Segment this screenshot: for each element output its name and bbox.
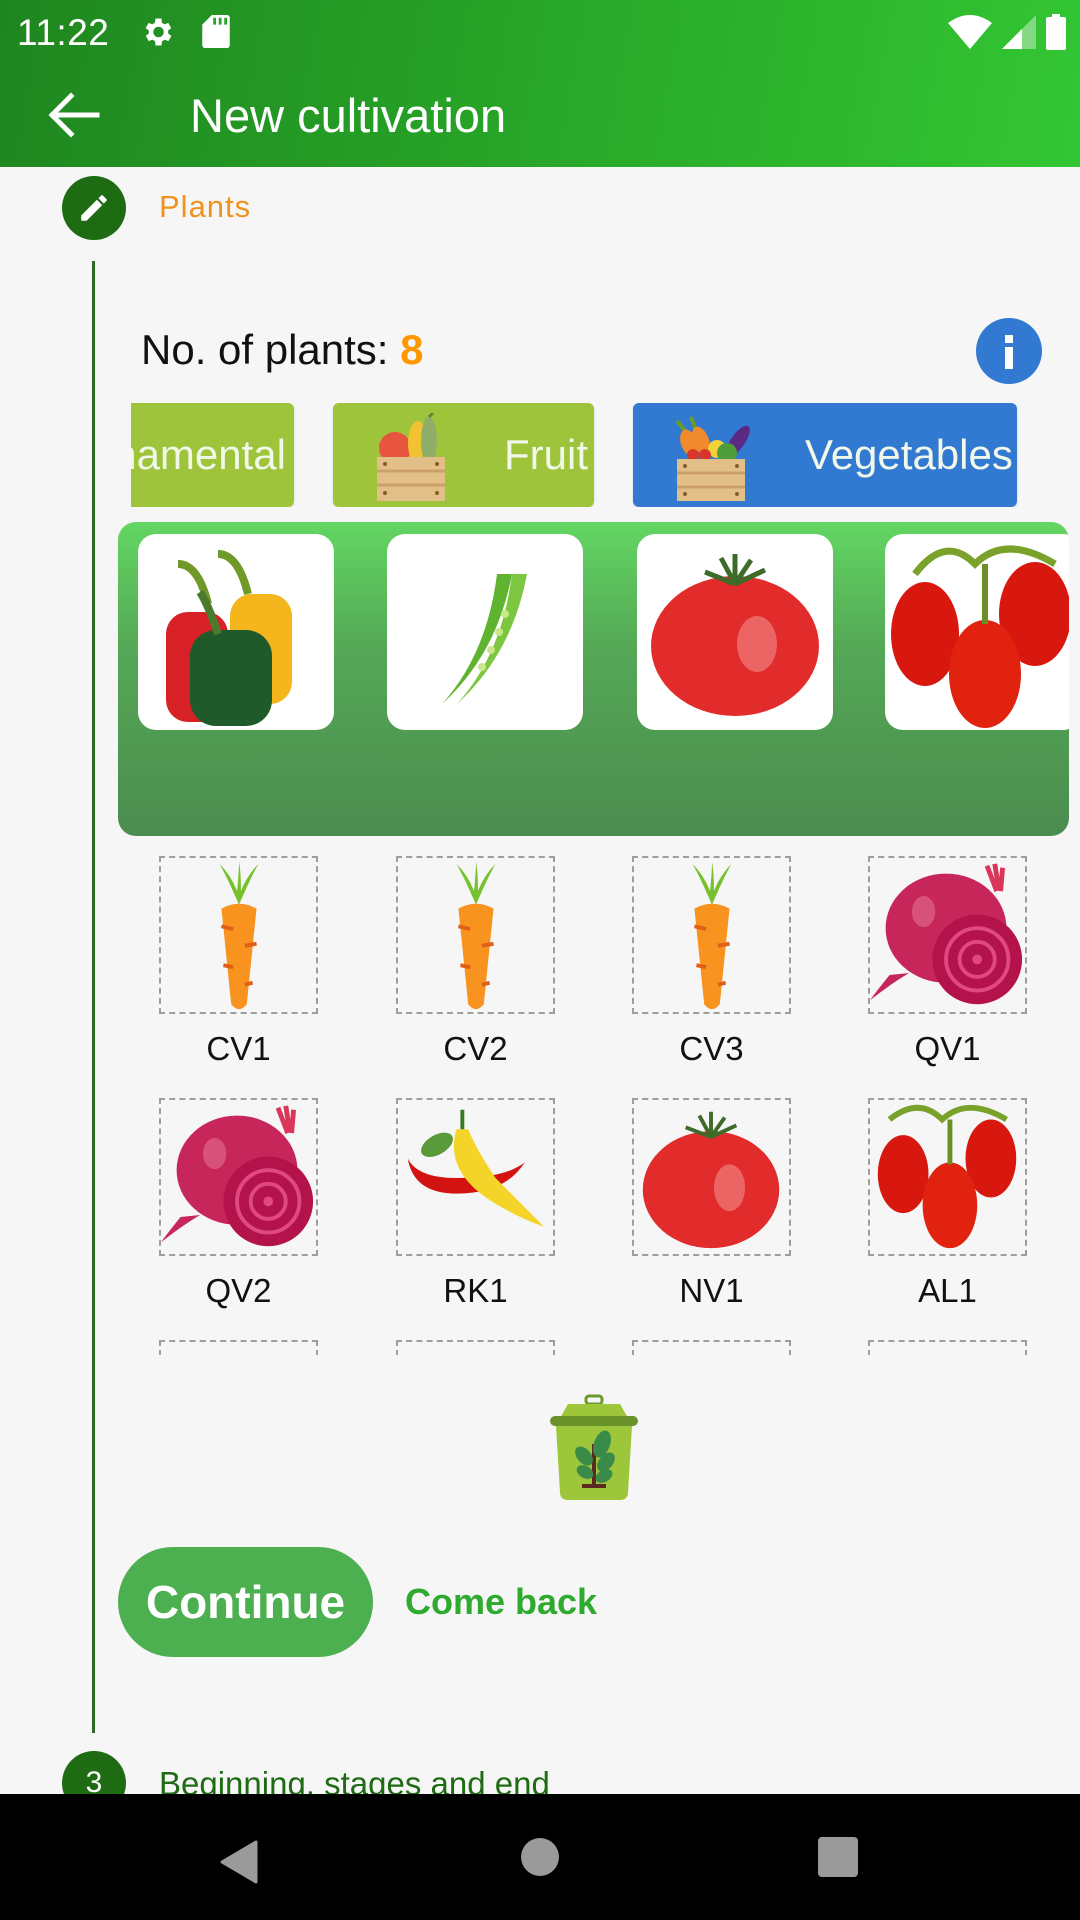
category-vegetables[interactable]: Vegetables bbox=[633, 403, 1017, 507]
plants-count-value: 8 bbox=[400, 326, 424, 373]
plant-bin-icon[interactable] bbox=[550, 1394, 638, 1502]
peas-image bbox=[442, 574, 527, 704]
beet-image bbox=[870, 863, 1023, 1005]
plants-count-label: No. of plants: bbox=[141, 326, 389, 373]
continue-button[interactable]: Continue bbox=[118, 1547, 373, 1657]
info-icon[interactable] bbox=[976, 318, 1042, 384]
carousel-item-tomato[interactable] bbox=[637, 534, 833, 730]
tomato-image bbox=[651, 554, 819, 716]
status-time: 11:22 bbox=[17, 12, 110, 53]
nav-back-icon[interactable] bbox=[218, 1840, 258, 1884]
category-label: Fruit bbox=[504, 431, 588, 478]
battery-icon bbox=[1046, 14, 1066, 50]
page-title: New cultivation bbox=[190, 89, 507, 142]
plant-tile-qv1[interactable] bbox=[868, 856, 1027, 1014]
app-bar: 11:22 New cultivation bbox=[0, 0, 1080, 167]
plant-code-label: QV1 bbox=[914, 1030, 981, 1067]
wifi-icon bbox=[948, 15, 992, 49]
back-arrow-icon[interactable] bbox=[45, 90, 100, 140]
cell-signal-icon bbox=[1002, 15, 1036, 49]
plant-code-label: CV2 bbox=[443, 1030, 508, 1067]
plant-code-label: CV1 bbox=[206, 1030, 271, 1067]
bell-pepper-image bbox=[166, 550, 292, 726]
plant-tile-empty[interactable] bbox=[159, 1340, 318, 1355]
stepper-line bbox=[92, 261, 95, 1733]
carousel-item-plum-tomatoes[interactable] bbox=[885, 534, 1069, 730]
category-label: namental bbox=[131, 431, 286, 478]
plant-tile-empty[interactable] bbox=[396, 1340, 555, 1355]
plant-tile-rk1[interactable] bbox=[396, 1098, 555, 1256]
plant-tile-empty[interactable] bbox=[868, 1340, 1027, 1355]
carousel-item-peas[interactable] bbox=[387, 534, 583, 730]
gear-icon bbox=[145, 18, 172, 46]
tomato-image bbox=[642, 1111, 780, 1249]
category-label: Vegetables bbox=[805, 431, 1013, 478]
plant-tile-al1[interactable] bbox=[868, 1098, 1027, 1256]
plant-code-label: NV1 bbox=[679, 1272, 744, 1309]
plant-code-label: CV3 bbox=[679, 1030, 744, 1067]
plant-tile-cv3[interactable] bbox=[632, 856, 791, 1014]
carrot-image bbox=[456, 861, 496, 1010]
plum-tomatoes-image bbox=[877, 1105, 1017, 1249]
carrot-image bbox=[692, 861, 732, 1010]
plant-tile-cv2[interactable] bbox=[396, 856, 555, 1014]
plant-tile-qv2[interactable] bbox=[159, 1098, 318, 1256]
step-plants-indicator[interactable] bbox=[62, 176, 126, 240]
sd-card-icon bbox=[202, 15, 230, 48]
step-plants-label[interactable]: Plants bbox=[159, 189, 251, 225]
plant-tile-nv1[interactable] bbox=[632, 1098, 791, 1256]
category-ornamental[interactable]: namental bbox=[131, 403, 294, 507]
pencil-icon bbox=[81, 195, 107, 221]
nav-home-icon[interactable] bbox=[521, 1838, 559, 1876]
plants-count: No. of plants: 8 bbox=[141, 326, 424, 374]
plant-code-label: QV2 bbox=[205, 1272, 272, 1309]
category-fruit[interactable]: Fruit bbox=[333, 403, 594, 507]
plant-code-label: AL1 bbox=[918, 1272, 977, 1309]
plant-tile-cv1[interactable] bbox=[159, 856, 318, 1014]
carousel-item-bell-peppers[interactable] bbox=[138, 534, 334, 730]
category-tabs: namental Fruit Vegetables bbox=[131, 403, 1080, 507]
nav-recents-icon[interactable] bbox=[818, 1837, 858, 1877]
selected-plants-row-partial bbox=[0, 1340, 1080, 1355]
status-icons bbox=[948, 14, 1066, 50]
beet-image bbox=[161, 1105, 314, 1247]
come-back-button[interactable]: Come back bbox=[405, 1581, 597, 1623]
plant-carousel[interactable] bbox=[118, 522, 1069, 836]
plant-code-label: RK1 bbox=[443, 1272, 508, 1309]
vegetable-crate-icon bbox=[675, 416, 750, 501]
chili-peppers-image bbox=[407, 1109, 545, 1227]
plum-tomatoes-image bbox=[891, 545, 1069, 728]
fruit-crate-icon bbox=[377, 413, 445, 501]
plant-tile-empty[interactable] bbox=[632, 1340, 791, 1355]
carrot-image bbox=[219, 861, 259, 1010]
